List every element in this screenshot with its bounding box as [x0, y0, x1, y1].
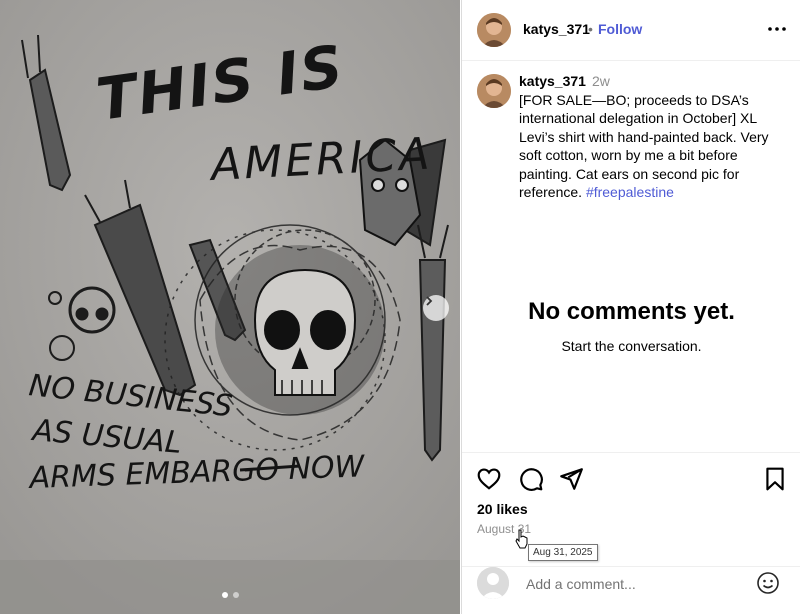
avatar[interactable]: [477, 13, 511, 47]
post-sidebar: katys_371 • Follow katys_371 2w [FOR SALE…: [461, 0, 800, 614]
divider: [462, 566, 800, 567]
avatar[interactable]: [477, 74, 511, 108]
likes-count[interactable]: 20 likes: [477, 501, 528, 517]
default-avatar-icon: [477, 567, 509, 599]
next-image-button[interactable]: [423, 295, 449, 321]
like-button[interactable]: [476, 466, 502, 492]
carousel-dot: [221, 592, 228, 598]
post-header: katys_371 • Follow: [462, 0, 800, 61]
heart-icon: [477, 468, 501, 490]
share-icon: [560, 468, 583, 490]
emoji-button[interactable]: [756, 571, 780, 595]
user-photo: [477, 13, 511, 47]
carousel-dot: [232, 592, 239, 598]
divider: [462, 452, 800, 453]
separator-dot: •: [588, 21, 593, 37]
caption-age: 2w: [591, 73, 610, 89]
no-comments-subtitle: Start the conversation.: [561, 338, 702, 354]
username-link[interactable]: katys_371: [523, 21, 590, 37]
user-photo: [477, 74, 511, 108]
comment-icon: [520, 468, 543, 491]
emoji-icon: [757, 572, 779, 594]
more-icon: [768, 27, 786, 31]
bookmark-icon: [766, 467, 784, 491]
more-options-button[interactable]: [765, 14, 789, 44]
add-comment-input[interactable]: [524, 573, 758, 595]
caption-username[interactable]: katys_371: [519, 73, 586, 89]
follow-button[interactable]: Follow: [598, 21, 642, 37]
shirt-painting: THIS IS AMERICA NO BUSINESS AS USUAL ARM…: [0, 0, 460, 614]
post-image[interactable]: THIS IS AMERICA NO BUSINESS AS USUAL ARM…: [0, 0, 460, 614]
save-button[interactable]: [762, 466, 788, 492]
caption-text: katys_371 2w [FOR SALE—BO; proceeds to DS…: [519, 72, 781, 202]
hashtag-link[interactable]: #freepalestine: [586, 184, 674, 200]
carousel-indicator: [0, 592, 460, 598]
no-comments-title: No comments yet.: [528, 298, 735, 325]
avatar: [477, 567, 509, 599]
date-tooltip: Aug 31, 2025: [528, 544, 598, 561]
chevron-right-icon: [426, 296, 433, 306]
share-button[interactable]: [558, 466, 584, 492]
hand-cursor-icon: [515, 529, 528, 549]
comment-button[interactable]: [518, 466, 544, 492]
